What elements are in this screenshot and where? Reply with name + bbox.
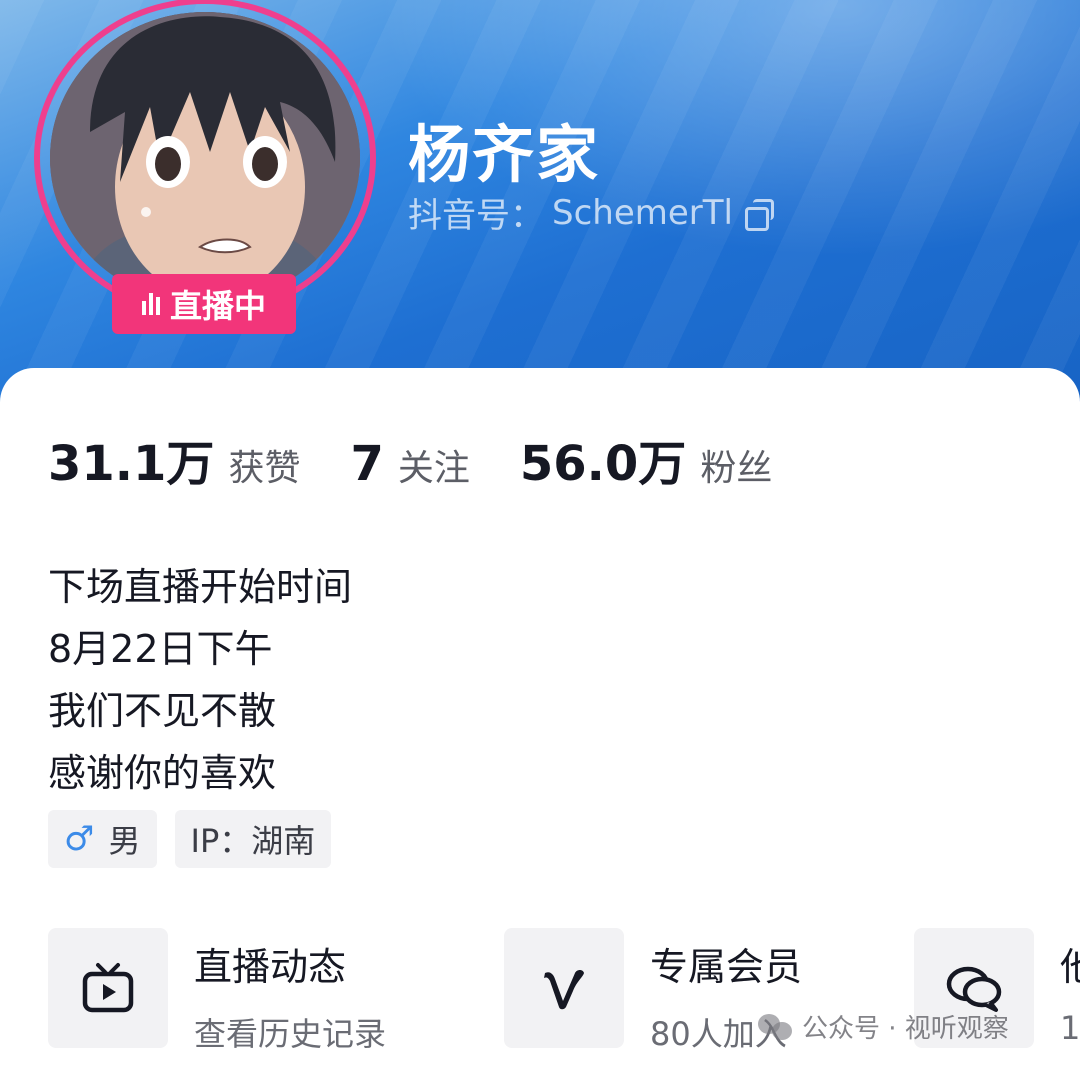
bio-line: 感谢你的喜欢 [48,751,277,795]
bio-line: 我们不见不散 [48,689,277,733]
stat-value: 31.1万 [48,436,215,492]
stat-value: 56.0万 [519,436,687,492]
stat-label: 粉丝 [700,448,773,489]
ip-label: IP：湖南 [190,822,316,860]
v-member-icon [504,928,624,1048]
stat-label: 关注 [397,448,470,489]
live-badge-label: 直播中 [169,287,266,325]
avatar-container[interactable] [34,0,376,318]
douyin-id-value: SchemerTl [552,192,733,233]
live-badge[interactable]: 直播中 [112,274,296,334]
service-subtitle: 1 [1060,1009,1080,1047]
stat-value: 7 [350,436,384,492]
stat-following[interactable]: 7 关注 [350,436,469,492]
stat-label: 获赞 [228,448,301,489]
wechat-icon [758,1012,794,1042]
tv-icon [48,928,168,1048]
bio-line: 下场直播开始时间 [48,565,353,609]
service-live-history[interactable]: 直播动态 查看历史记录 [48,928,386,1055]
avatar [50,12,360,304]
douyin-id-label: 抖音号： [408,196,544,236]
ip-tag: IP：湖南 [174,810,332,868]
service-title: 他 [1060,945,1080,989]
stats-row: 31.1万 获赞 7 关注 56.0万 粉丝 [48,424,822,494]
copy-icon[interactable] [744,198,774,231]
gender-tag: ♂ 男 [48,810,157,868]
bio: 下场直播开始时间 8月22日下午 我们不见不散 感谢你的喜欢 [48,556,352,804]
avatar-illustration [50,12,360,304]
profile-tags: ♂ 男 IP：湖南 [48,810,332,868]
male-icon: ♂ [64,819,95,859]
douyin-id: 抖音号： SchemerTl [408,188,774,237]
service-subtitle: 查看历史记录 [194,1015,387,1053]
live-bars-icon [141,293,160,315]
service-title: 直播动态 [194,945,347,989]
profile-card: 31.1万 获赞 7 关注 56.0万 粉丝 下场直播开始时间 8月22日下午 … [0,368,1080,1073]
bio-line: 8月22日下午 [48,627,273,671]
watermark: 公众号 · 视听观察 [758,1008,1009,1045]
gender-label: 男 [108,822,141,860]
stat-followers[interactable]: 56.0万 粉丝 [520,424,772,494]
watermark-text: 公众号 · 视听观察 [802,1014,1009,1044]
stat-likes[interactable]: 31.1万 获赞 [48,424,300,494]
profile-name: 杨齐家 [408,118,601,191]
service-title: 专属会员 [650,945,803,989]
